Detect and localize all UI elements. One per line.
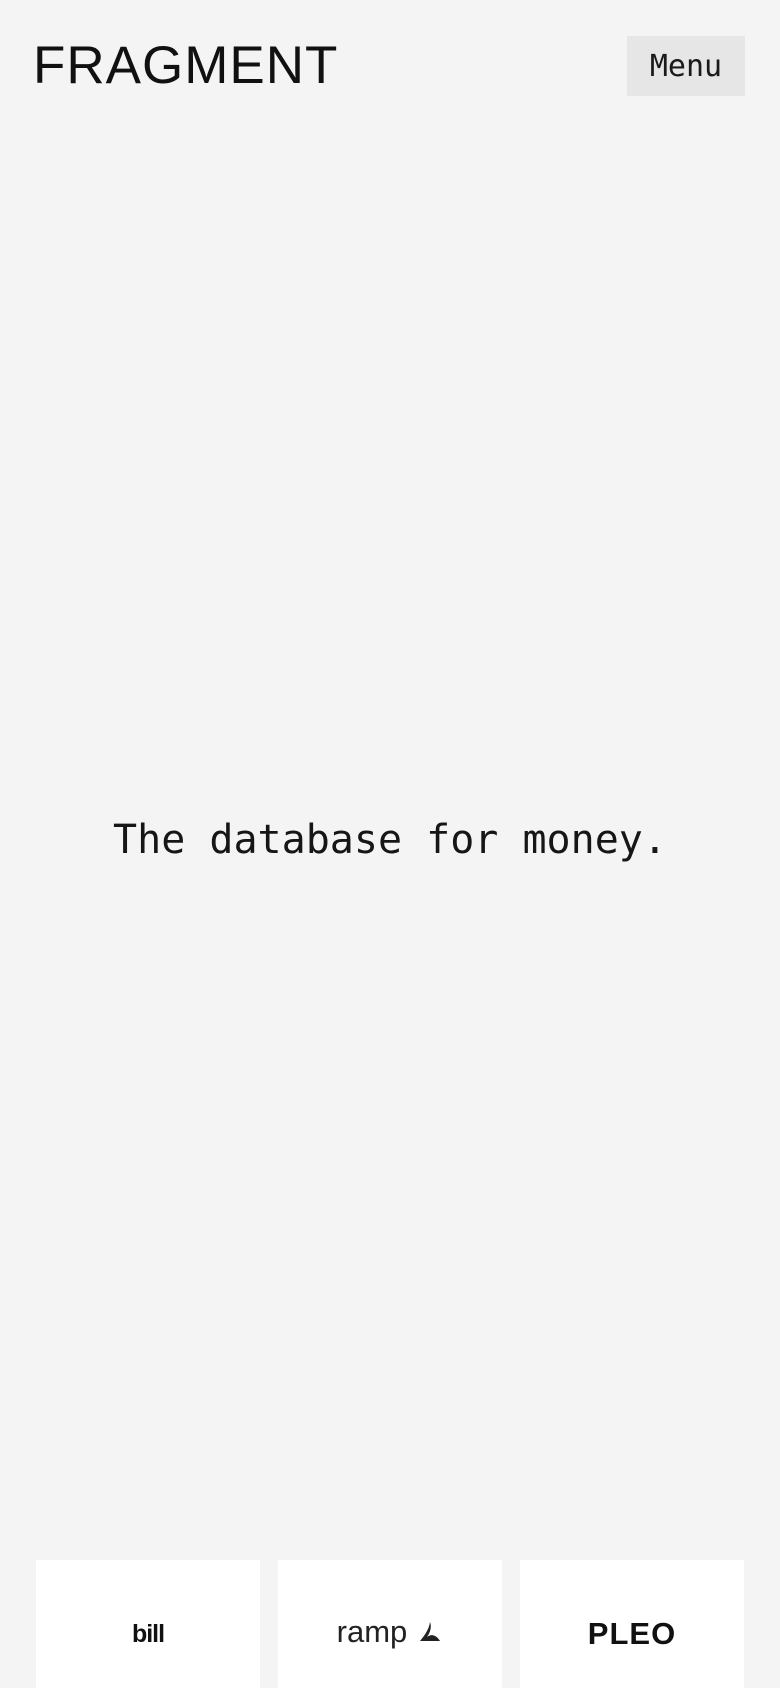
ramp-logo: ramp xyxy=(337,1614,444,1650)
customer-logo-card-pleo: PLEO xyxy=(520,1560,744,1688)
ramp-wordmark: ramp xyxy=(336,1614,408,1649)
customer-logo-card-bill: bill xyxy=(36,1560,260,1688)
ramp-mark-icon xyxy=(420,1622,441,1641)
hero-section: The database for money. xyxy=(0,800,780,880)
menu-button[interactable]: Menu xyxy=(627,36,745,96)
customer-logo-card-ramp: ramp xyxy=(278,1560,502,1688)
pleo-logo: PLEO xyxy=(587,1616,677,1651)
site-header: FRAGMENT Menu xyxy=(0,0,780,130)
customer-logos: bill ramp PLEO xyxy=(36,1560,745,1688)
bill-logo: bill xyxy=(131,1619,165,1648)
fragment-logo[interactable]: FRAGMENT xyxy=(33,36,338,96)
hero-tagline: The database for money. xyxy=(113,817,667,863)
